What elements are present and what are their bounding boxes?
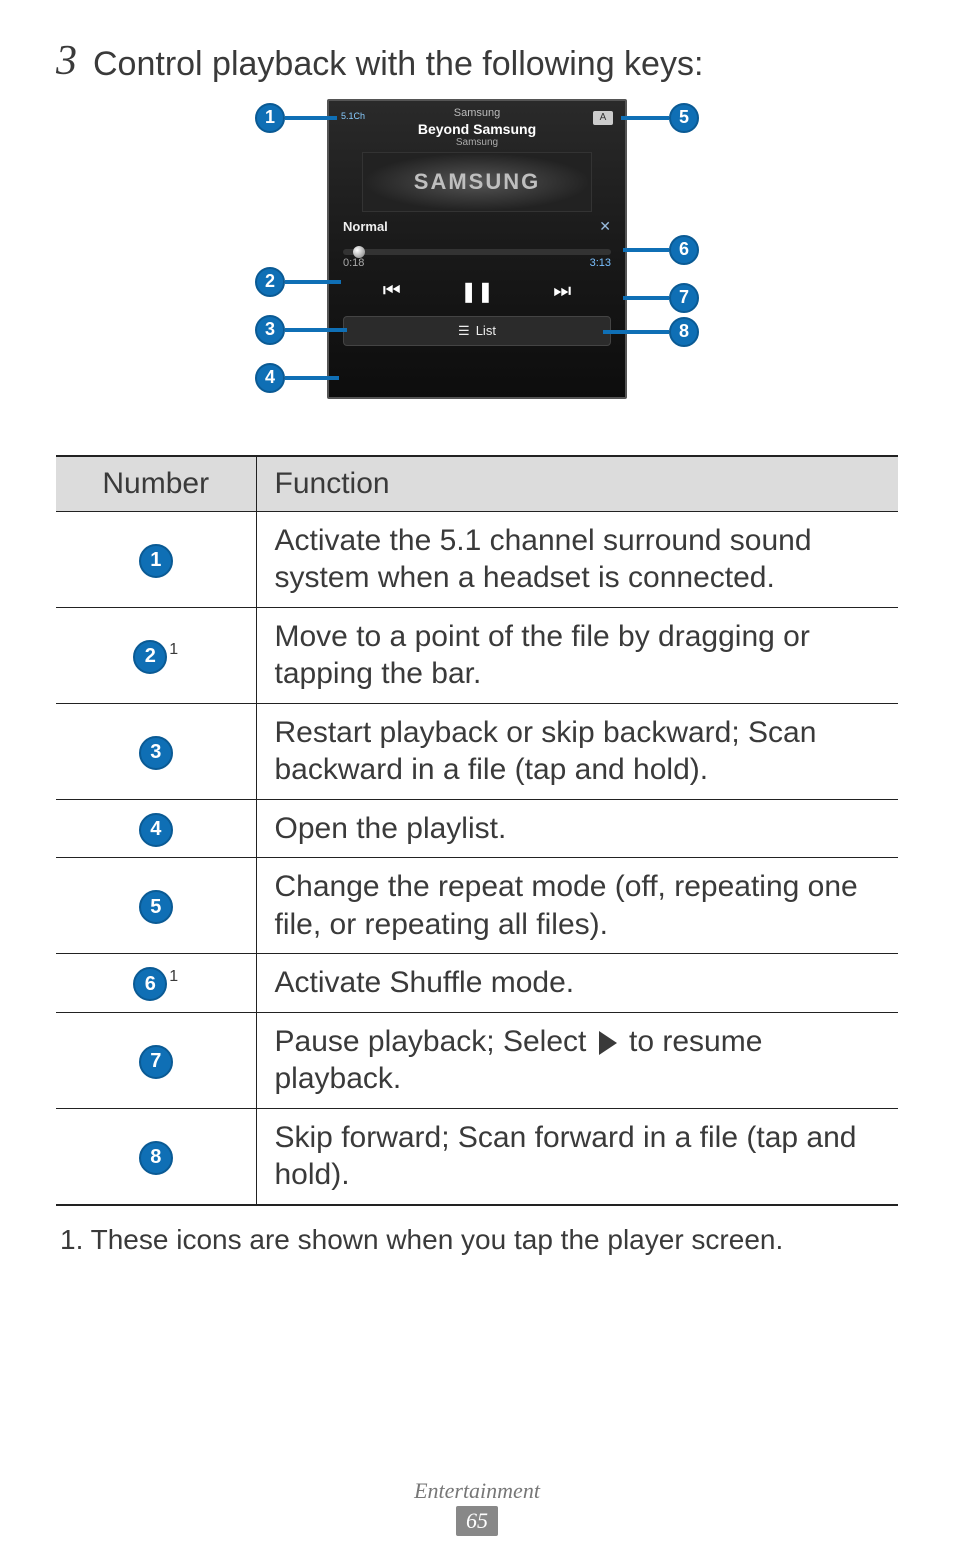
table-cell-number: 1	[56, 511, 256, 607]
functions-table: Number Function 1 Activate the 5.1 channe…	[56, 455, 898, 1205]
table-cell-number: 7	[56, 1012, 256, 1108]
progress-knob	[353, 246, 365, 258]
func-text-pre: Pause playback; Select	[275, 1025, 595, 1058]
table-cell-number: 5	[56, 858, 256, 954]
callout-1: 1	[255, 103, 285, 133]
table-row: 3 Restart playback or skip backward; Scan…	[56, 703, 898, 799]
table-cell-function: Change the repeat mode (off, repeating o…	[256, 858, 898, 954]
number-badge: 8	[139, 1141, 173, 1175]
table-row: 61Activate Shuffle mode.	[56, 954, 898, 1013]
footnote-marker: 1	[169, 641, 178, 658]
play-icon	[599, 1031, 617, 1055]
page-footer: Entertainment 65	[0, 1478, 954, 1536]
callout-7: 7	[669, 283, 699, 313]
next-icon: ⏭	[553, 280, 571, 303]
table-cell-function: Pause playback; Select to resume playbac…	[256, 1012, 898, 1108]
table-row: 21Move to a point of the file by draggin…	[56, 607, 898, 703]
number-badge: 3	[139, 736, 173, 770]
phone-screen: 5.1Ch A Samsung Beyond Samsung Samsung S…	[327, 99, 627, 399]
table-cell-function: Restart playback or skip backward; Scan …	[256, 703, 898, 799]
footnote: 1. These icons are shown when you tap th…	[56, 1224, 898, 1256]
album-art-text: SAMSUNG	[414, 169, 540, 195]
number-badge: 7	[139, 1045, 173, 1079]
step-number: 3	[56, 40, 77, 82]
number-badge: 5	[139, 890, 173, 924]
shuffle-icon: ✕	[599, 218, 611, 235]
prev-icon: ⏮	[383, 280, 401, 303]
number-badge: 4	[139, 813, 173, 847]
callout-4: 4	[255, 363, 285, 393]
surround-badge: 5.1Ch	[341, 111, 365, 121]
list-icon: ☰	[458, 323, 470, 339]
phone-illustration: 5.1Ch A Samsung Beyond Samsung Samsung S…	[56, 99, 898, 429]
list-label: List	[476, 323, 496, 338]
track-artist: Samsung	[329, 101, 625, 121]
callout-3: 3	[255, 315, 285, 345]
table-cell-number: 8	[56, 1108, 256, 1204]
pause-icon: ❚❚	[460, 279, 494, 304]
elapsed-time: 0:18	[343, 257, 364, 269]
table-cell-function: Activate Shuffle mode.	[256, 954, 898, 1013]
footnote-marker: 1	[169, 968, 178, 985]
callout-6-line	[623, 248, 669, 252]
footnote-separator	[56, 1205, 898, 1206]
repeat-badge: A	[593, 111, 613, 125]
table-row: 5 Change the repeat mode (off, repeating …	[56, 858, 898, 954]
table-row: 1 Activate the 5.1 channel surround sound…	[56, 511, 898, 607]
table-row: 7 Pause playback; Select to resume playba…	[56, 1012, 898, 1108]
table-row: 4 Open the playlist.	[56, 799, 898, 858]
callout-2-line	[285, 280, 341, 284]
table-cell-number: 4	[56, 799, 256, 858]
footer-section: Entertainment	[0, 1478, 954, 1504]
callout-3-line	[285, 328, 347, 332]
table-cell-number: 61	[56, 954, 256, 1013]
number-badge: 6	[133, 967, 167, 1001]
table-cell-number: 3	[56, 703, 256, 799]
table-cell-function: Open the playlist.	[256, 799, 898, 858]
callout-1-line	[285, 116, 337, 120]
callout-7-line	[623, 296, 669, 300]
table-cell-number: 21	[56, 607, 256, 703]
table-cell-function: Skip forward; Scan forward in a file (ta…	[256, 1108, 898, 1204]
table-row: 8 Skip forward; Scan forward in a file (t…	[56, 1108, 898, 1204]
col-header-number: Number	[56, 456, 256, 512]
number-badge: 1	[139, 544, 173, 578]
track-title: Beyond Samsung	[329, 121, 625, 137]
footer-page-number: 65	[456, 1506, 498, 1536]
table-cell-function: Move to a point of the file by dragging …	[256, 607, 898, 703]
callout-5-line	[621, 116, 669, 120]
list-button: ☰ List	[343, 316, 611, 346]
col-header-function: Function	[256, 456, 898, 512]
duration-time: 3:13	[590, 257, 611, 269]
eq-mode-label: Normal	[343, 219, 388, 234]
table-cell-function: Activate the 5.1 channel surround sound …	[256, 511, 898, 607]
number-badge: 2	[133, 640, 167, 674]
step-line: 3 Control playback with the following ke…	[56, 40, 898, 85]
callout-5: 5	[669, 103, 699, 133]
callout-8-line	[603, 330, 669, 334]
progress-bar	[343, 249, 611, 255]
track-album: Samsung	[329, 137, 625, 148]
step-text: Control playback with the following keys…	[93, 40, 703, 85]
album-art: SAMSUNG	[362, 152, 592, 212]
callout-4-line	[285, 376, 339, 380]
callout-8: 8	[669, 317, 699, 347]
callout-2: 2	[255, 267, 285, 297]
callout-6: 6	[669, 235, 699, 265]
